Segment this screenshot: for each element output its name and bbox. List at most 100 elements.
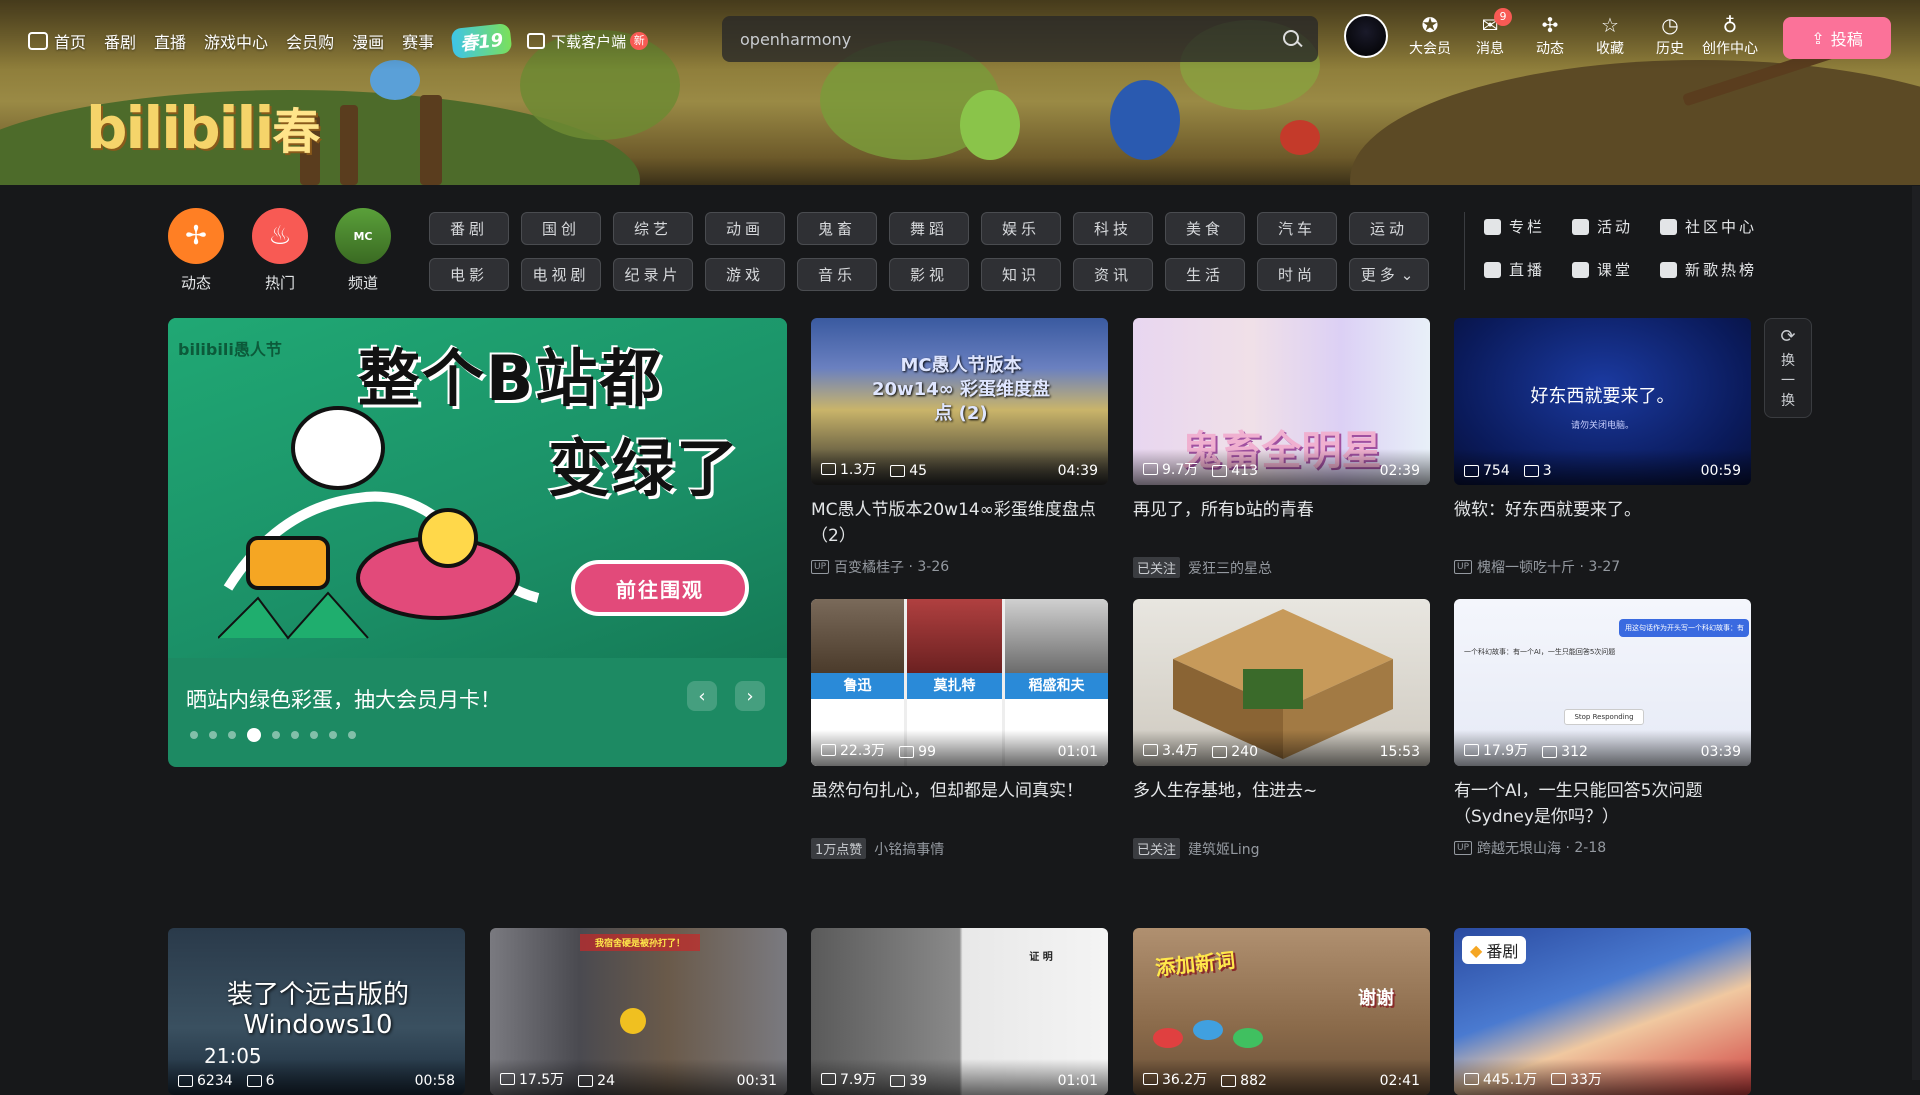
category-tag[interactable]: 影视 [889,258,969,291]
category-tag[interactable]: 舞蹈 [889,212,969,245]
link-community[interactable]: 社区中心 [1660,216,1770,237]
link-column[interactable]: 专栏 [1484,216,1572,237]
author-name[interactable]: 跨越无垠山海 [1477,838,1561,858]
carousel-dot[interactable] [228,731,236,739]
category-tag[interactable]: 纪录片 [613,258,693,291]
video-thumbnail[interactable]: MC愚人节版本 20w14∞ 彩蛋维度盘点 (2) 1.3万 45 04:39 [811,318,1108,485]
link-live[interactable]: 直播 [1484,259,1572,280]
favorites-button[interactable]: ☆ 收藏 [1580,14,1640,58]
download-client-link[interactable]: 下载客户端新 [527,31,649,52]
category-tag[interactable]: 美食 [1165,212,1245,245]
category-tag[interactable]: 科技 [1073,212,1153,245]
video-title[interactable]: MC愚人节版本20w14∞彩蛋维度盘点（2） [811,497,1108,549]
video-card[interactable]: 添加新词 谢谢 36.2万 882 02:41 [1133,928,1430,1095]
video-thumbnail[interactable]: 添加新词 谢谢 36.2万 882 02:41 [1133,928,1430,1095]
video-card[interactable]: 好东西就要来了。 请勿关闭电脑。 754 3 00:59 微软：好东西就要来了。… [1454,318,1751,577]
more-tags-button[interactable]: 更多 ⌄ [1349,258,1429,291]
category-tag[interactable]: 汽车 [1257,212,1337,245]
history-button[interactable]: ◷ 历史 [1640,14,1700,58]
quick-hot[interactable]: ♨ 热门 [252,208,308,293]
nav-game-center[interactable]: 游戏中心 [204,29,268,53]
nav-anime[interactable]: 番剧 [104,29,136,53]
carousel-dot[interactable] [190,731,198,739]
link-course[interactable]: 课堂 [1572,259,1660,280]
category-tag[interactable]: 电影 [429,258,509,291]
page-scrollbar[interactable] [1912,186,1920,1080]
category-tag[interactable]: 知识 [981,258,1061,291]
carousel-dot[interactable] [348,731,356,739]
video-thumbnail[interactable]: 鲁迅 莫扎特 稻盛和夫 22.3万 99 01:01 [811,599,1108,766]
spring-event-badge[interactable]: 春19 [450,22,513,60]
video-card[interactable]: 3.4万 240 15:53 多人生存基地，住进去~ 已关注 建筑姬Ling [1133,599,1430,859]
video-card[interactable]: ◆ 番剧 445.1万 33万 [1454,928,1751,1095]
nav-mall[interactable]: 会员购 [286,29,334,53]
nav-manga[interactable]: 漫画 [352,29,384,53]
category-tag[interactable]: 生活 [1165,258,1245,291]
video-card[interactable]: 用这句话作为开头写一个科幻故事：有 一个科幻故事：有一个AI，一生只能回答5次问… [1454,599,1751,858]
category-tag[interactable]: 电视剧 [521,258,601,291]
video-card[interactable]: 鬼畜全明星 9.7万 413 02:39 再见了，所有b站的青春 已关注爱狂三的… [1133,318,1430,578]
video-thumbnail[interactable]: 鬼畜全明星 9.7万 413 02:39 [1133,318,1430,485]
category-tag[interactable]: 时尚 [1257,258,1337,291]
carousel-dot[interactable] [247,728,261,742]
category-tag[interactable]: 动画 [705,212,785,245]
carousel-prev-button[interactable]: ‹ [687,681,717,711]
video-thumbnail[interactable]: ◆ 番剧 445.1万 33万 [1454,928,1751,1095]
nav-esports[interactable]: 赛事 [402,29,434,53]
upload-button[interactable]: ⇪ 投稿 [1783,17,1891,59]
category-tag[interactable]: 游戏 [705,258,785,291]
video-title[interactable]: 微软：好东西就要来了。 [1454,497,1751,549]
author-name[interactable]: 槐榴一顿吃十斤 [1477,557,1575,577]
bilibili-logo[interactable]: bilibili春 [86,92,320,162]
video-thumbnail[interactable]: 证 明 7.9万 39 01:01 [811,928,1108,1095]
author-name[interactable]: 百变橘桂子 [834,557,904,577]
author-name[interactable]: 小铭搞事情 [874,839,944,859]
video-thumbnail[interactable]: 装了个远古版的 Windows10 21:05 6234 6 00:58 [168,928,465,1095]
vip-button[interactable]: ✪ 大会员 [1400,14,1460,58]
category-tag[interactable]: 资讯 [1073,258,1153,291]
carousel-dot[interactable] [272,731,280,739]
video-title[interactable]: 再见了，所有b站的青春 [1133,497,1430,549]
video-thumbnail[interactable]: 3.4万 240 15:53 [1133,599,1430,766]
video-card[interactable]: 装了个远古版的 Windows10 21:05 6234 6 00:58 [168,928,465,1095]
video-card[interactable]: 我宿舍硬是被孙打了！ 17.5万 24 00:31 [490,928,787,1095]
video-title[interactable]: 有一个AI，一生只能回答5次问题（Sydney是你吗？） [1454,778,1751,830]
carousel-image[interactable]: bilibili愚人节 整个B站都 变绿了 前往围观 [168,318,787,658]
nav-home[interactable]: 首页 [28,29,86,53]
video-card[interactable]: 鲁迅 莫扎特 稻盛和夫 22.3万 99 01:01 虽然句句扎心，但却都是人间… [811,599,1108,859]
search-icon[interactable] [1282,29,1302,49]
creator-center-button[interactable]: ♁ 创作中心 [1700,14,1760,58]
dynamic-button[interactable]: ✣ 动态 [1520,14,1580,58]
author-name[interactable]: 爱狂三的星总 [1188,558,1272,578]
category-tag[interactable]: 音乐 [797,258,877,291]
search-input[interactable] [738,28,1282,50]
category-tag[interactable]: 番剧 [429,212,509,245]
video-card[interactable]: 证 明 7.9万 39 01:01 [811,928,1108,1095]
message-button[interactable]: ✉ 9 消息 [1460,8,1520,58]
carousel-dot[interactable] [310,731,318,739]
video-thumbnail[interactable]: 用这句话作为开头写一个科幻故事：有 一个科幻故事：有一个AI，一生只能回答5次问… [1454,599,1751,766]
nav-live[interactable]: 直播 [154,29,186,53]
quick-channel[interactable]: MC 频道 [335,208,391,293]
carousel-dot[interactable] [209,731,217,739]
video-thumbnail[interactable]: 我宿舍硬是被孙打了！ 17.5万 24 00:31 [490,928,787,1095]
go-watch-button[interactable]: 前往围观 [571,560,749,616]
link-new-songs[interactable]: 新歌热榜 [1660,259,1770,280]
link-activity[interactable]: 活动 [1572,216,1660,237]
category-tag[interactable]: 国创 [521,212,601,245]
carousel-next-button[interactable]: › [735,681,765,711]
carousel-caption[interactable]: 晒站内绿色彩蛋，抽大会员月卡！ [186,684,501,714]
category-tag[interactable]: 综艺 [613,212,693,245]
author-name[interactable]: 建筑姬Ling [1188,839,1259,859]
video-card[interactable]: MC愚人节版本 20w14∞ 彩蛋维度盘点 (2) 1.3万 45 04:39 … [811,318,1108,577]
refresh-button[interactable]: ⟳ 换 一 换 [1764,318,1812,418]
category-tag[interactable]: 娱乐 [981,212,1061,245]
avatar[interactable] [1344,14,1388,58]
video-title[interactable]: 多人生存基地，住进去~ [1133,778,1430,830]
quick-dynamic[interactable]: ✢ 动态 [168,208,224,293]
banner-carousel[interactable]: bilibili愚人节 整个B站都 变绿了 前往围观 晒站内绿色彩蛋，抽大会员月… [168,318,787,767]
category-tag[interactable]: 鬼畜 [797,212,877,245]
carousel-dot[interactable] [329,731,337,739]
carousel-dot[interactable] [291,731,299,739]
category-tag[interactable]: 运动 [1349,212,1429,245]
